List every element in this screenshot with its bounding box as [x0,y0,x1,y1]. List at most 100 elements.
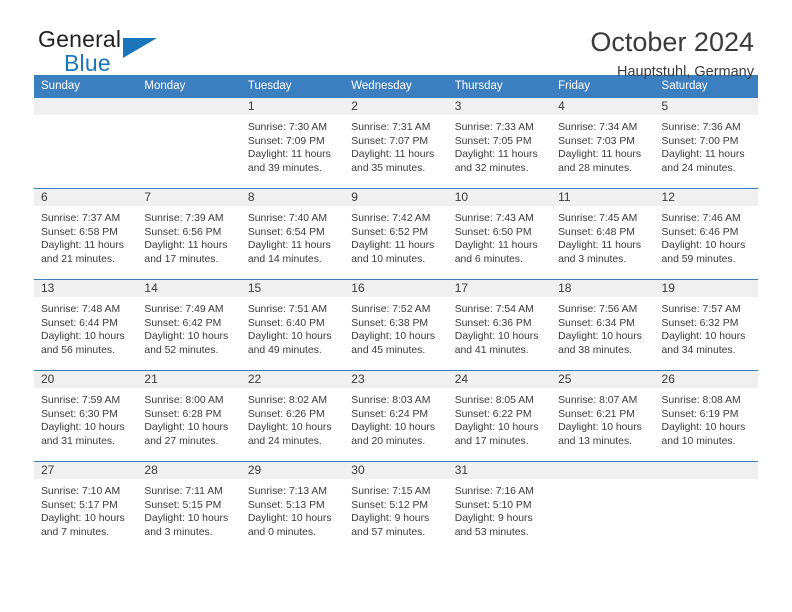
sunset-time: Sunset: 6:42 PM [144,317,222,329]
day-number: 31 [447,462,552,479]
calendar-day-cell[interactable]: 8 Sunrise: 7:40 AM Sunset: 6:54 PM Daylight… [240,188,345,280]
calendar-day-cell[interactable]: 31 Sunrise: 7:16 AM Sunset: 5:10 PM Dayligh… [447,461,552,552]
sunset-time: Sunset: 6:48 PM [558,226,635,238]
day-details: Sunrise: 7:59 AM Sunset: 6:30 PM Daylight:… [34,388,137,448]
calendar-day-cell[interactable]: 5 Sunrise: 7:36 AM Sunset: 7:00 PM Daylight… [654,97,758,189]
day-details: Sunrise: 7:16 AM Sunset: 5:10 PM Daylight:… [448,479,551,539]
calendar-day-cell[interactable]: 22 Sunrise: 8:02 AM Sunset: 6:26 PM Dayligh… [240,370,345,462]
daylight-duration-line1: Daylight: 11 hours [144,240,228,252]
calendar-day-cell[interactable]: 17 Sunrise: 7:54 AM Sunset: 6:36 PM Dayligh… [447,279,552,371]
day-number: 23 [344,371,448,388]
day-details: Sunrise: 7:40 AM Sunset: 6:54 PM Daylight:… [241,206,344,266]
day-details: Sunrise: 7:10 AM Sunset: 5:17 PM Daylight:… [34,479,137,539]
calendar-day-cell-empty [654,461,758,552]
calendar-day-cell[interactable]: 7 Sunrise: 7:39 AM Sunset: 6:56 PM Daylight… [137,188,241,280]
daylight-duration-line2: and 24 minutes. [661,162,736,174]
calendar-day-cell[interactable]: 4 Sunrise: 7:34 AM Sunset: 7:03 PM Daylight… [551,97,655,189]
calendar-day-cell[interactable]: 1 Sunrise: 7:30 AM Sunset: 7:09 PM Daylight… [240,97,345,189]
sunset-time: Sunset: 6:28 PM [144,408,222,420]
day-number: 5 [654,98,758,115]
calendar-day-cell[interactable]: 2 Sunrise: 7:31 AM Sunset: 7:07 PM Daylight… [344,97,448,189]
daylight-duration-line1: Daylight: 10 hours [144,331,229,343]
sunrise-time: Sunrise: 7:39 AM [144,213,224,224]
daylight-duration-line2: and 0 minutes. [247,526,317,538]
daylight-duration-line2: and 59 minutes. [661,253,736,265]
sunset-time: Sunset: 6:36 PM [454,317,532,329]
calendar-day-cell[interactable]: 6 Sunrise: 7:37 AM Sunset: 6:58 PM Daylight… [34,188,138,280]
day-details: Sunrise: 7:36 AM Sunset: 7:00 PM Daylight:… [655,115,758,175]
day-details: Sunrise: 7:42 AM Sunset: 6:52 PM Daylight:… [344,206,447,266]
sunrise-time: Sunrise: 7:34 AM [558,122,638,133]
sunrise-time: Sunrise: 7:15 AM [351,486,431,497]
sunset-time: Sunset: 6:26 PM [247,408,325,420]
daylight-duration-line2: and 10 minutes. [661,435,736,447]
daylight-duration-line1: Daylight: 10 hours [558,331,642,343]
calendar-day-cell[interactable]: 19 Sunrise: 7:57 AM Sunset: 6:32 PM Dayligh… [654,279,758,371]
day-number [137,98,241,115]
calendar-week-row: 1 Sunrise: 7:30 AM Sunset: 7:09 PM Daylight… [34,97,758,189]
daylight-duration-line2: and 24 minutes. [247,435,322,447]
daylight-duration-line1: Daylight: 10 hours [351,422,436,434]
daylight-duration-line1: Daylight: 11 hours [558,149,642,161]
sunset-time: Sunset: 7:09 PM [247,135,325,147]
daylight-duration-line2: and 53 minutes. [454,526,529,538]
daylight-duration-line2: and 31 minutes. [41,435,115,447]
sunset-time: Sunset: 6:24 PM [351,408,429,420]
daylight-duration-line2: and 14 minutes. [247,253,322,265]
sunrise-time: Sunrise: 7:16 AM [454,486,534,497]
sunset-time: Sunset: 7:07 PM [351,135,429,147]
calendar-day-cell-empty [34,97,138,189]
daylight-duration-line1: Daylight: 10 hours [351,331,436,343]
day-number: 19 [654,280,758,297]
daylight-duration-line2: and 27 minutes. [144,435,219,447]
day-number: 28 [137,462,241,479]
calendar-day-cell[interactable]: 25 Sunrise: 8:07 AM Sunset: 6:21 PM Dayligh… [551,370,655,462]
calendar-day-cell[interactable]: 3 Sunrise: 7:33 AM Sunset: 7:05 PM Daylight… [447,97,552,189]
day-number [654,462,758,479]
daylight-duration-line2: and 28 minutes. [558,162,633,174]
calendar-day-cell[interactable]: 23 Sunrise: 8:03 AM Sunset: 6:24 PM Dayligh… [344,370,448,462]
calendar-day-cell[interactable]: 9 Sunrise: 7:42 AM Sunset: 6:52 PM Daylight… [344,188,448,280]
page-title: October 2024 [590,27,754,57]
daylight-duration-line2: and 45 minutes. [351,344,426,356]
calendar-day-cell[interactable]: 21 Sunrise: 8:00 AM Sunset: 6:28 PM Dayligh… [137,370,241,462]
sunrise-time: Sunrise: 8:00 AM [144,395,224,406]
day-details: Sunrise: 7:46 AM Sunset: 6:46 PM Daylight:… [655,206,758,266]
daylight-duration-line1: Daylight: 10 hours [661,240,746,252]
day-number [34,98,138,115]
sunrise-time: Sunrise: 7:46 AM [661,213,741,224]
day-number: 4 [551,98,655,115]
calendar-day-cell[interactable]: 16 Sunrise: 7:52 AM Sunset: 6:38 PM Dayligh… [344,279,448,371]
calendar-day-cell[interactable]: 27 Sunrise: 7:10 AM Sunset: 5:17 PM Dayligh… [34,461,138,552]
weekday-header-tuesday: Tuesday [240,75,345,98]
daylight-duration-line2: and 41 minutes. [454,344,529,356]
sunset-time: Sunset: 6:34 PM [558,317,635,329]
calendar-day-cell[interactable]: 14 Sunrise: 7:49 AM Sunset: 6:42 PM Dayligh… [137,279,241,371]
calendar-day-cell[interactable]: 10 Sunrise: 7:43 AM Sunset: 6:50 PM Dayligh… [447,188,552,280]
calendar-day-cell[interactable]: 20 Sunrise: 7:59 AM Sunset: 6:30 PM Dayligh… [34,370,138,462]
calendar-day-cell[interactable]: 30 Sunrise: 7:15 AM Sunset: 5:12 PM Dayligh… [344,461,448,552]
general-blue-logo: General Blue [34,26,208,78]
daylight-duration-line2: and 13 minutes. [558,435,633,447]
calendar-day-cell[interactable]: 13 Sunrise: 7:48 AM Sunset: 6:44 PM Dayligh… [34,279,138,371]
calendar-day-cell[interactable]: 26 Sunrise: 8:08 AM Sunset: 6:19 PM Dayligh… [654,370,758,462]
calendar-day-cell[interactable]: 29 Sunrise: 7:13 AM Sunset: 5:13 PM Dayligh… [240,461,345,552]
daylight-duration-line2: and 56 minutes. [41,344,115,356]
calendar-page: General Blue October 2024 Hauptstuhl, Ge… [0,0,792,612]
sunset-time: Sunset: 6:21 PM [558,408,635,420]
calendar-day-cell[interactable]: 28 Sunrise: 7:11 AM Sunset: 5:15 PM Dayligh… [137,461,241,552]
calendar-day-cell[interactable]: 12 Sunrise: 7:46 AM Sunset: 6:46 PM Dayligh… [654,188,758,280]
sunrise-sunset-calendar: Sunday Monday Tuesday Wednesday Thursday… [34,75,758,552]
daylight-duration-line2: and 38 minutes. [558,344,633,356]
calendar-day-cell[interactable]: 18 Sunrise: 7:56 AM Sunset: 6:34 PM Dayligh… [551,279,655,371]
sunrise-time: Sunrise: 7:42 AM [351,213,431,224]
day-details: Sunrise: 7:11 AM Sunset: 5:15 PM Daylight:… [137,479,240,539]
sunrise-time: Sunrise: 7:56 AM [558,304,638,315]
daylight-duration-line1: Daylight: 10 hours [454,331,539,343]
daylight-duration-line2: and 6 minutes. [454,253,523,265]
calendar-day-cell[interactable]: 15 Sunrise: 7:51 AM Sunset: 6:40 PM Dayligh… [240,279,345,371]
calendar-day-cell[interactable]: 11 Sunrise: 7:45 AM Sunset: 6:48 PM Dayligh… [551,188,655,280]
calendar-day-cell[interactable]: 24 Sunrise: 8:05 AM Sunset: 6:22 PM Dayligh… [447,370,552,462]
day-number: 6 [34,189,138,206]
day-number: 22 [240,371,345,388]
